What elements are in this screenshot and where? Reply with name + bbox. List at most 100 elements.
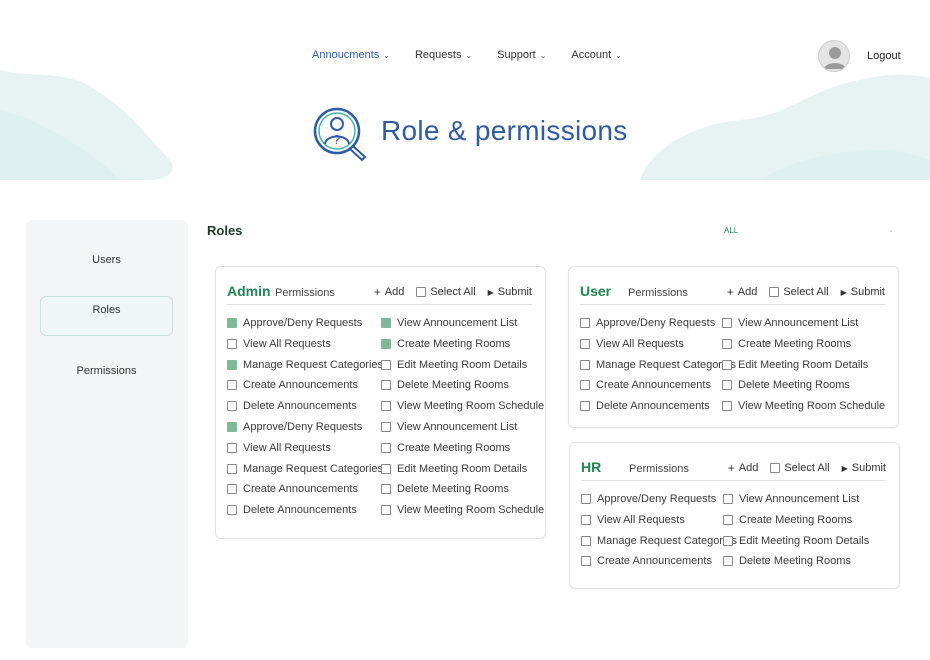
select-all-checkbox[interactable]: Select All — [769, 286, 829, 298]
permission-checkbox[interactable]: Create Meeting Rooms — [381, 442, 510, 454]
permission-checkbox[interactable]: Create Meeting Rooms — [381, 338, 510, 350]
permission-checkbox[interactable]: Delete Meeting Rooms — [722, 379, 850, 391]
sidebar-item-users[interactable]: Users — [40, 250, 173, 290]
role-card-user: User Permissions + Add Select All ▶ Submit Appr… — [568, 266, 899, 428]
nav-item-account[interactable]: Account ⌄ — [571, 49, 621, 61]
permission-checkbox[interactable]: View All Requests — [580, 338, 684, 350]
role-name: HR — [581, 459, 602, 475]
logout-link[interactable]: Logout — [867, 50, 901, 62]
permission-checkbox[interactable]: Delete Announcements — [227, 504, 357, 516]
permission-label: View Announcement List — [397, 317, 518, 329]
permission-checkbox[interactable]: Delete Meeting Rooms — [723, 555, 851, 567]
checkbox-icon — [581, 514, 591, 525]
submit-button[interactable]: ▶ Submit — [842, 462, 886, 474]
play-icon: ▶ — [840, 287, 847, 297]
sidebar-item-permissions[interactable]: Permissions — [40, 360, 173, 400]
permission-checkbox[interactable]: Edit Meeting Room Details — [381, 463, 527, 475]
permission-checkbox[interactable]: Approve/Deny Requests — [580, 317, 715, 329]
permission-checkbox[interactable]: View Announcement List — [723, 493, 859, 505]
chevron-down-icon: ⌄ — [465, 50, 473, 60]
add-button[interactable]: + Add — [727, 286, 758, 299]
chevron-down-icon: ⌄ — [615, 50, 622, 60]
chevron-down-icon: ⌄ — [383, 50, 390, 60]
checkbox-icon — [722, 338, 732, 349]
submit-button[interactable]: ▶ Submit — [841, 286, 885, 298]
permission-checkbox[interactable]: View All Requests — [227, 442, 331, 454]
checkbox-icon — [723, 535, 733, 546]
permission-checkbox[interactable]: View All Requests — [581, 514, 685, 526]
permission-checkbox[interactable]: Edit Meeting Room Details — [722, 359, 868, 371]
top-nav: Annoucments ⌄ Requests ⌄ Support ⌄ Accou… — [312, 49, 647, 61]
submit-button[interactable]: ▶ Submit — [488, 286, 532, 298]
permission-label: View Announcement List — [739, 493, 860, 505]
permission-checkbox[interactable]: Edit Meeting Room Details — [381, 359, 527, 371]
checkbox-icon — [227, 380, 237, 391]
checkbox-icon — [580, 401, 590, 412]
checkbox-icon — [381, 484, 391, 495]
add-button[interactable]: + Add — [728, 462, 759, 475]
permission-label: Approve/Deny Requests — [243, 421, 363, 433]
role-filter-select[interactable]: ALL ⌄ — [724, 226, 896, 238]
add-label: Add — [737, 286, 758, 298]
permission-label: Approve/Deny Requests — [596, 317, 716, 329]
filter-value: ALL — [724, 226, 739, 235]
permission-label: Edit Meeting Room Details — [738, 358, 869, 371]
permission-checkbox[interactable]: View All Requests — [227, 338, 331, 350]
sidebar-item-roles[interactable]: Roles — [40, 296, 173, 336]
permission-checkbox[interactable]: Approve/Deny Requests — [227, 317, 362, 329]
checkbox-icon — [580, 359, 590, 370]
checkbox-icon — [722, 401, 732, 412]
permission-checkbox[interactable]: Manage Request Categories — [227, 359, 383, 371]
permission-checkbox[interactable]: Create Announcements — [580, 379, 711, 391]
submit-label: Submit — [850, 286, 885, 298]
checkbox-icon — [381, 359, 391, 370]
checkbox-icon — [722, 318, 732, 328]
permission-checkbox[interactable]: Create Meeting Rooms — [723, 514, 852, 526]
permission-checkbox[interactable]: Manage Request Categories — [580, 359, 736, 371]
permission-checkbox[interactable]: Edit Meeting Room Details — [723, 535, 869, 547]
permission-label: Manage Request Categories — [243, 358, 384, 371]
checkbox-icon — [227, 422, 237, 432]
permission-label: Delete Meeting Rooms — [739, 555, 851, 568]
permission-label: Delete Announcements — [243, 504, 357, 517]
permission-checkbox[interactable]: Create Announcements — [581, 555, 712, 567]
nav-item-label: Requests — [414, 49, 462, 61]
permission-checkbox[interactable]: Delete Announcements — [580, 400, 710, 412]
checkbox-icon — [580, 338, 590, 349]
checkbox-icon — [722, 380, 732, 391]
nav-item-annoucments[interactable]: Annoucments ⌄ — [312, 49, 390, 61]
permission-checkbox[interactable]: Approve/Deny Requests — [581, 493, 716, 505]
permissions-label: Permissions — [275, 287, 335, 299]
permission-label: Delete Meeting Rooms — [397, 483, 509, 496]
permission-label: Edit Meeting Room Details — [397, 462, 528, 475]
permission-checkbox[interactable]: Delete Meeting Rooms — [381, 379, 509, 391]
permission-checkbox[interactable]: View Announcement List — [722, 317, 858, 329]
permission-checkbox[interactable]: Create Announcements — [227, 483, 358, 495]
permission-checkbox[interactable]: View Announcement List — [381, 317, 517, 329]
permission-checkbox[interactable]: View Meeting Room Schedule — [722, 400, 885, 412]
permission-checkbox[interactable]: Manage Request Categories — [581, 535, 737, 547]
avatar[interactable] — [818, 40, 850, 72]
permission-checkbox[interactable]: Manage Request Categories — [227, 463, 383, 475]
permission-checkbox[interactable]: Create Announcements — [227, 379, 358, 391]
permission-checkbox[interactable]: View Meeting Room Schedule — [381, 400, 544, 412]
nav-item-label: Account — [571, 49, 612, 61]
permission-checkbox[interactable]: View Announcement List — [381, 421, 517, 433]
nav-item-requests[interactable]: Requests ⌄ — [415, 49, 472, 61]
checkbox-icon — [381, 505, 391, 516]
permission-checkbox[interactable]: Approve/Deny Requests — [227, 421, 362, 433]
checkbox-icon — [227, 463, 237, 474]
role-card-hr: HR Permissions + Add Select All ▶ Submit Approv… — [569, 442, 900, 589]
add-button[interactable]: + Add — [374, 286, 405, 299]
select-all-checkbox[interactable]: Select All — [770, 462, 830, 474]
nav-item-support[interactable]: Support ⌄ — [497, 49, 546, 61]
checkbox-icon — [227, 484, 237, 495]
permission-label: View Announcement List — [738, 317, 859, 329]
permission-checkbox[interactable]: Delete Announcements — [227, 400, 357, 412]
permission-checkbox[interactable]: Delete Meeting Rooms — [381, 483, 509, 495]
permission-checkbox[interactable]: Create Meeting Rooms — [722, 338, 851, 350]
permission-checkbox[interactable]: View Meeting Room Schedule — [381, 504, 544, 516]
section-heading: Roles — [207, 223, 243, 238]
permission-label: Manage Request Categories — [243, 462, 384, 475]
select-all-checkbox[interactable]: Select All — [416, 286, 476, 298]
